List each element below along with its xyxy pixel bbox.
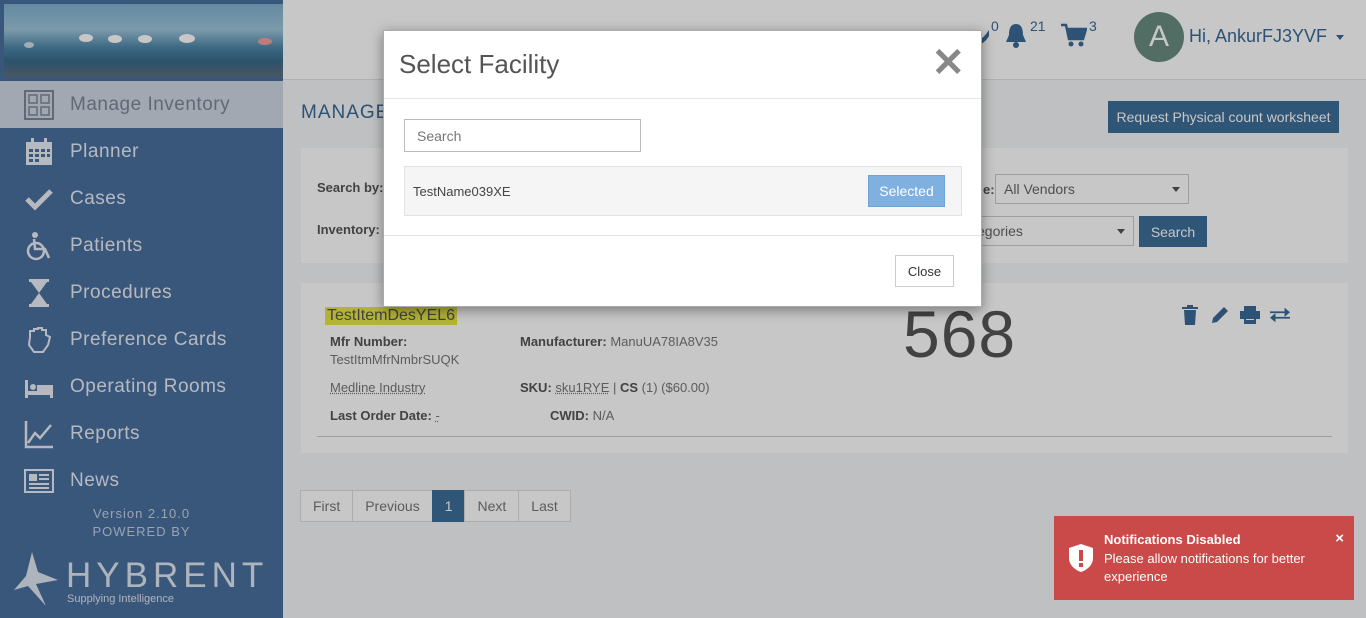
select-facility-modal: Select Facility ✕ TestName039XE Selected… <box>383 30 982 307</box>
close-button[interactable]: Close <box>895 255 954 287</box>
modal-footer-divider <box>384 235 981 236</box>
notification-toast: Notifications Disabled Please allow noti… <box>1054 516 1354 600</box>
selected-button[interactable]: Selected <box>868 175 945 207</box>
toast-title: Notifications Disabled <box>1104 532 1241 547</box>
toast-message: Please allow notifications for better ex… <box>1104 551 1305 584</box>
facility-name: TestName039XE <box>413 184 511 199</box>
facility-search-input[interactable] <box>404 119 641 152</box>
toast-close-button[interactable]: × <box>1335 530 1344 547</box>
facility-row[interactable]: TestName039XE Selected <box>404 166 962 216</box>
close-icon[interactable]: ✕ <box>931 43 965 83</box>
modal-title: Select Facility <box>399 49 560 79</box>
modal-header: Select Facility ✕ <box>384 31 981 99</box>
shield-alert-icon <box>1069 544 1093 572</box>
